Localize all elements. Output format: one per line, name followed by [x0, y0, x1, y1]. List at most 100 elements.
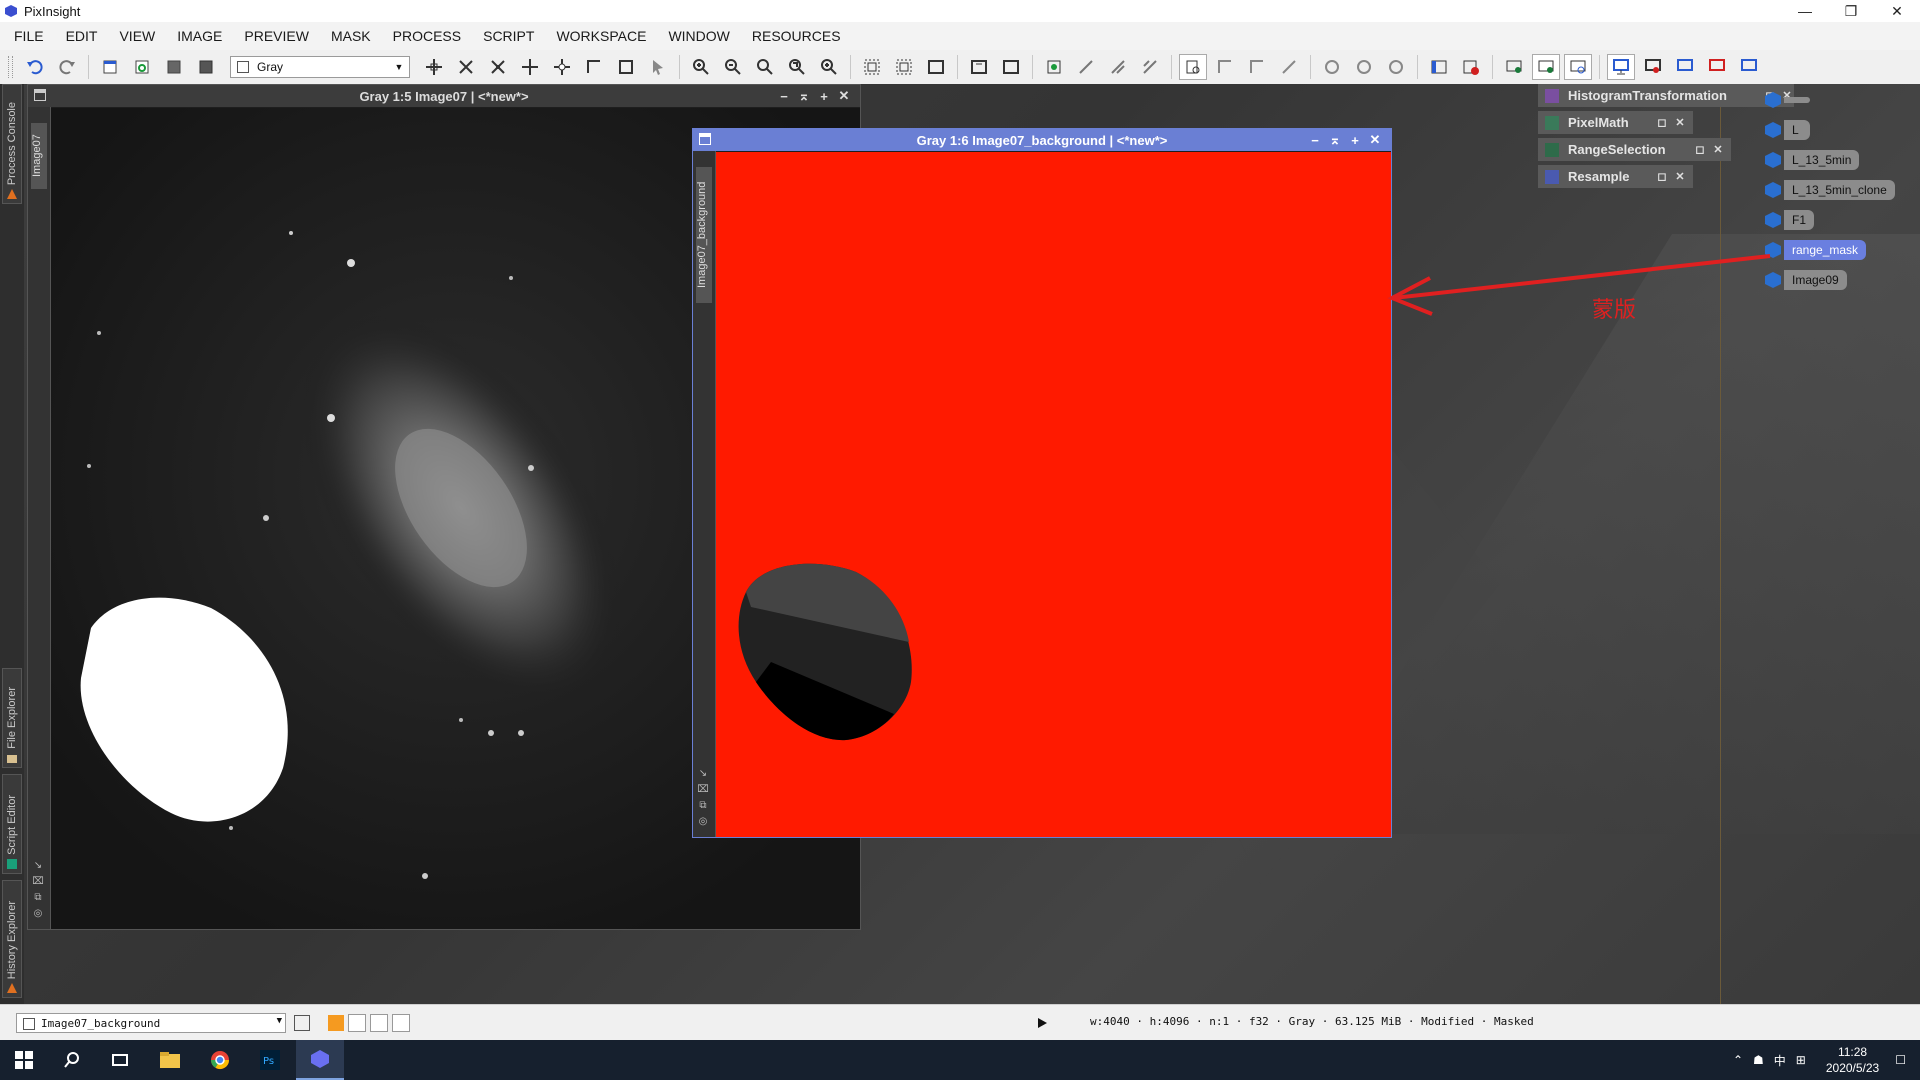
- menu-edit[interactable]: EDIT: [58, 28, 98, 44]
- zoom-in-tool-icon[interactable]: [453, 55, 479, 79]
- monitor-2-icon[interactable]: [1640, 55, 1666, 79]
- notification-icon[interactable]: ☐: [1895, 1053, 1906, 1067]
- chrome-taskbar-button[interactable]: [196, 1040, 244, 1080]
- channel-orange-button[interactable]: [328, 1015, 344, 1031]
- toolbar-grip[interactable]: [8, 56, 13, 78]
- refresh-icon[interactable]: [129, 55, 155, 79]
- image-icon[interactable]: L_13_5min: [1764, 148, 1914, 172]
- menu-image[interactable]: IMAGE: [169, 28, 222, 44]
- shrink-icon[interactable]: ⌧: [697, 783, 709, 795]
- play-icon[interactable]: [1036, 1017, 1048, 1029]
- window-menu-icon[interactable]: [34, 89, 46, 101]
- channel-button[interactable]: [370, 1014, 388, 1032]
- target-icon[interactable]: ◎: [697, 815, 709, 827]
- system-clock[interactable]: 11:28 2020/5/23: [1826, 1044, 1879, 1076]
- edit-icon[interactable]: ◻: [1656, 116, 1668, 129]
- maximize-icon[interactable]: +: [1345, 133, 1365, 148]
- mask-show-icon[interactable]: [1105, 55, 1131, 79]
- history-forward-icon[interactable]: [1276, 55, 1302, 79]
- tray-chevron-up-icon[interactable]: ⌃: [1733, 1053, 1743, 1067]
- history-back-icon[interactable]: [1244, 55, 1270, 79]
- file-explorer-tab[interactable]: File Explorer: [2, 668, 22, 768]
- clone-icon[interactable]: ⧉: [32, 891, 44, 903]
- process-icon-histogramtransformation[interactable]: HistogramTransformation ◻ ✕: [1538, 84, 1794, 107]
- image-icon[interactable]: [1764, 88, 1914, 112]
- mask-select-icon[interactable]: [1073, 55, 1099, 79]
- monitor-3-icon[interactable]: [1672, 55, 1698, 79]
- new-image-icon[interactable]: [97, 55, 123, 79]
- paste-icon[interactable]: [193, 55, 219, 79]
- close-icon[interactable]: ✕: [1365, 132, 1385, 148]
- close-icon[interactable]: ✕: [1674, 170, 1686, 183]
- pixinsight-taskbar-button[interactable]: [296, 1040, 344, 1080]
- zoom-fit-icon[interactable]: [752, 55, 778, 79]
- menu-resources[interactable]: RESOURCES: [744, 28, 841, 44]
- ime-indicator[interactable]: 中: [1774, 1052, 1786, 1069]
- fit-icon[interactable]: ↘: [32, 859, 44, 871]
- channel-button[interactable]: [392, 1014, 410, 1032]
- image-window-titlebar[interactable]: Gray 1:5 Image07 | <*new*> − ⌅ + ✕: [28, 85, 860, 107]
- close-all-icon[interactable]: [1458, 55, 1484, 79]
- close-icon[interactable]: ✕: [834, 88, 854, 104]
- pointer-icon[interactable]: [645, 55, 671, 79]
- maximize-icon[interactable]: +: [814, 89, 834, 104]
- image-icon[interactable]: L_13_5min_clone: [1764, 178, 1914, 202]
- process-explorer-icon[interactable]: [1426, 55, 1452, 79]
- process-icon-rangeselection[interactable]: RangeSelection ◻ ✕: [1538, 138, 1731, 161]
- file-explorer-taskbar-button[interactable]: [146, 1040, 194, 1080]
- history-explorer-tab[interactable]: History Explorer: [2, 880, 22, 998]
- preview-icon[interactable]: [581, 55, 607, 79]
- image-window-titlebar[interactable]: Gray 1:6 Image07_background | <*new*> − …: [693, 129, 1391, 151]
- readout-icon[interactable]: [549, 55, 575, 79]
- target-icon[interactable]: ◎: [32, 907, 44, 919]
- clone-icon[interactable]: ⧉: [697, 799, 709, 811]
- image-window-image07-background[interactable]: Gray 1:6 Image07_background | <*new*> − …: [692, 128, 1392, 838]
- zoom-1-1-icon[interactable]: [784, 55, 810, 79]
- photoshop-taskbar-button[interactable]: Ps: [246, 1040, 294, 1080]
- start-button[interactable]: [0, 1040, 48, 1080]
- monitor-5-icon[interactable]: [1736, 55, 1762, 79]
- window-menu-icon[interactable]: [699, 133, 711, 145]
- keyboard-icon[interactable]: ⊞: [1796, 1053, 1806, 1067]
- minimize-icon[interactable]: −: [774, 89, 794, 104]
- image-icon-selected[interactable]: range_mask: [1764, 238, 1914, 262]
- task-view-button[interactable]: [96, 1040, 144, 1080]
- workspace-1-icon[interactable]: [1501, 55, 1527, 79]
- minimize-icon[interactable]: −: [1305, 133, 1325, 148]
- mask-invert-icon[interactable]: [1137, 55, 1163, 79]
- fit-icon[interactable]: ↘: [697, 767, 709, 779]
- image-icon[interactable]: L: [1764, 118, 1914, 142]
- workspace-3-icon[interactable]: [1564, 54, 1592, 80]
- menu-file[interactable]: FILE: [0, 28, 44, 44]
- menu-preview[interactable]: PREVIEW: [236, 28, 309, 44]
- image-icon[interactable]: F1: [1764, 208, 1914, 232]
- restore-button[interactable]: ❐: [1828, 0, 1874, 22]
- fit-view-icon[interactable]: [859, 55, 885, 79]
- undo-icon[interactable]: [22, 55, 48, 79]
- script-run-icon[interactable]: [1351, 55, 1377, 79]
- workspace-2-icon[interactable]: [1532, 54, 1560, 80]
- shade-icon[interactable]: ⌅: [794, 88, 814, 104]
- menu-mask[interactable]: MASK: [323, 28, 371, 44]
- active-view-select[interactable]: Image07_background ▼: [16, 1013, 286, 1033]
- pan-icon[interactable]: [421, 55, 447, 79]
- edit-icon[interactable]: ◻: [1694, 143, 1706, 156]
- color-mode-select[interactable]: Gray ▼: [230, 56, 410, 78]
- process-console-tab[interactable]: Process Console: [2, 84, 22, 204]
- monitor-1-icon[interactable]: [1607, 54, 1635, 80]
- stf-auto-icon[interactable]: [966, 55, 992, 79]
- script-debug-icon[interactable]: [1383, 55, 1409, 79]
- menu-view[interactable]: VIEW: [111, 28, 155, 44]
- view-explorer-icon[interactable]: [1179, 54, 1207, 80]
- redo-icon[interactable]: [54, 55, 80, 79]
- show-full-icon[interactable]: [923, 55, 949, 79]
- close-icon[interactable]: ✕: [1712, 143, 1724, 156]
- script-icon[interactable]: [1319, 55, 1345, 79]
- edit-preview-icon[interactable]: [613, 55, 639, 79]
- search-button[interactable]: [48, 1040, 96, 1080]
- view-mode-button[interactable]: [294, 1015, 310, 1031]
- fit-window-icon[interactable]: [891, 55, 917, 79]
- minimize-button[interactable]: —: [1782, 0, 1828, 22]
- zoom-out-tool-icon[interactable]: [485, 55, 511, 79]
- menu-script[interactable]: SCRIPT: [475, 28, 534, 44]
